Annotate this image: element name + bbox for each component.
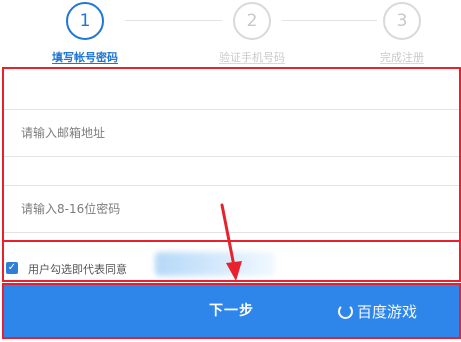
watermark-text: 百度游戏 (357, 302, 418, 321)
password-input[interactable] (3, 186, 461, 232)
email-field[interactable] (2, 109, 461, 157)
agreement-text: 用户勾选即代表同意 (28, 263, 127, 276)
step-connector (282, 20, 377, 21)
step-1-label: 填写帐号密码 (52, 51, 118, 64)
step-3-number: 3 (383, 2, 421, 40)
baidu-games-logo-icon (338, 303, 353, 319)
step-indicator: 1 填写帐号密码 2 验证手机号码 3 完成注册 (0, 0, 461, 68)
email-input[interactable] (3, 110, 461, 156)
password-field[interactable] (2, 185, 461, 233)
baidu-games-watermark: 百度游戏 (338, 300, 417, 322)
step-2-label: 验证手机号码 (219, 51, 285, 64)
step-3-label: 完成注册 (380, 51, 424, 64)
agreement-link-blurred[interactable] (155, 252, 275, 276)
step-2-number: 2 (233, 2, 271, 40)
agreement-checkbox[interactable]: ✓ (6, 262, 18, 274)
step-connector (125, 20, 222, 21)
step-1-number: 1 (66, 2, 104, 40)
